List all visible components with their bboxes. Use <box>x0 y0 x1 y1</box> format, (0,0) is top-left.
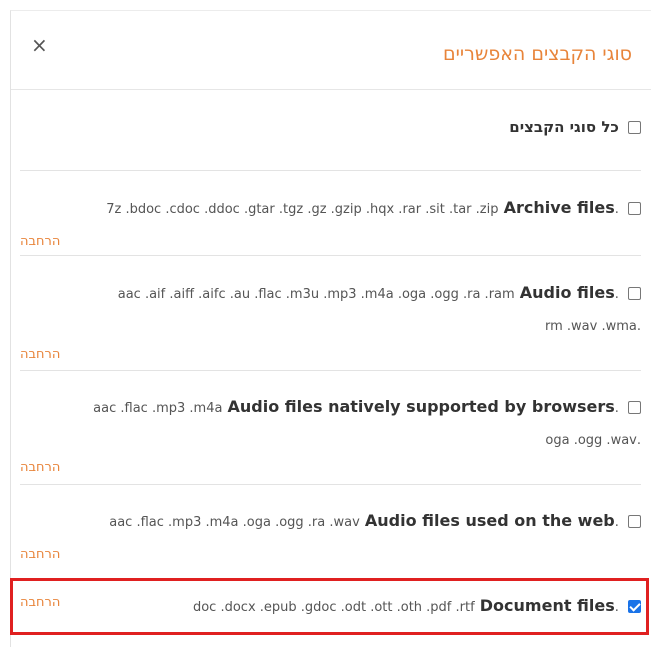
audio-native-extensions-line2: .oga .ogg .wav <box>545 433 641 448</box>
audio-native-checkbox[interactable] <box>628 401 641 414</box>
file-type-row-audio-native: .aac .flac .mp3 .m4a Audio files nativel… <box>20 395 641 453</box>
document-name: Document files <box>479 596 615 615</box>
archive-checkbox[interactable] <box>628 202 641 215</box>
archive-name: Archive files <box>503 198 615 217</box>
file-type-row-archive: .7z .bdoc .cdoc .ddoc .gtar .tgz .gz .gz… <box>20 196 641 222</box>
file-type-row-audio: .aac .aif .aiff .aifc .au .flac .m3u .mp… <box>20 281 641 339</box>
divider <box>20 255 641 256</box>
archive-expand-link[interactable]: הרחבה <box>20 234 641 249</box>
all-types-row[interactable]: כל סוגי הקבצים <box>20 115 641 139</box>
audio-web-expand-link[interactable]: הרחבה <box>20 547 641 562</box>
audio-extensions-line2: .rm .wav .wma <box>544 319 641 334</box>
audio-checkbox[interactable] <box>628 287 641 300</box>
audio-native-name: Audio files natively supported by browse… <box>227 397 615 416</box>
document-checkbox[interactable] <box>628 600 641 613</box>
audio-web-name: Audio files used on the web <box>364 511 615 530</box>
file-type-row-document: .doc .docx .epub .gdoc .odt .ott .oth .p… <box>20 594 641 620</box>
audio-name: Audio files <box>519 283 615 302</box>
divider <box>20 370 641 371</box>
dialog-header: × סוגי הקבצים האפשריים <box>11 11 651 90</box>
audio-native-expand-link[interactable]: הרחבה <box>20 460 641 475</box>
divider <box>20 484 641 485</box>
audio-web-checkbox[interactable] <box>628 515 641 528</box>
dialog-title: סוגי הקבצים האפשריים <box>443 43 632 65</box>
file-type-row-audio-web: .aac .flac .mp3 .m4a .oga .ogg .ra .wav … <box>20 509 641 535</box>
all-types-checkbox[interactable] <box>628 121 641 134</box>
audio-expand-link[interactable]: הרחבה <box>20 347 641 362</box>
close-icon[interactable]: × <box>31 35 48 55</box>
document-expand-link[interactable]: הרחבה <box>20 595 80 610</box>
all-types-label: כל סוגי הקבצים <box>509 118 619 136</box>
divider <box>20 170 641 171</box>
